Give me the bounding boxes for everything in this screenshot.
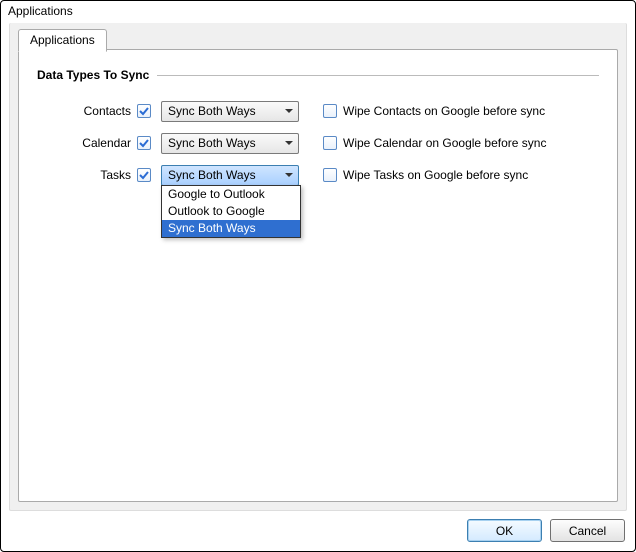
tasks-mode-option[interactable]: Outlook to Google xyxy=(162,203,300,220)
tasks-mode-dropdown: Google to Outlook Outlook to Google Sync… xyxy=(161,185,301,238)
contacts-mode-select[interactable]: Sync Both Ways xyxy=(161,101,299,122)
check-icon xyxy=(139,106,149,116)
tab-applications[interactable]: Applications xyxy=(18,29,107,52)
dropdown-button xyxy=(280,102,298,121)
section-header: Data Types To Sync xyxy=(37,68,599,82)
row-calendar: Calendar Sync Both Ways Wipe Calendar on… xyxy=(37,132,599,154)
tasks-wipe-label: Wipe Tasks on Google before sync xyxy=(343,168,528,182)
calendar-mode-select[interactable]: Sync Both Ways xyxy=(161,133,299,154)
main-area: Applications Data Types To Sync Contacts… xyxy=(9,23,627,511)
check-icon xyxy=(139,170,149,180)
dropdown-button xyxy=(280,166,298,185)
chevron-down-icon xyxy=(285,173,293,177)
check-icon xyxy=(139,138,149,148)
contacts-wipe-checkbox[interactable] xyxy=(323,104,337,118)
contacts-wipe-label: Wipe Contacts on Google before sync xyxy=(343,104,545,118)
calendar-wipe-group: Wipe Calendar on Google before sync xyxy=(323,136,546,150)
section-divider xyxy=(157,75,599,76)
calendar-label: Calendar xyxy=(37,136,137,150)
row-contacts: Contacts Sync Both Ways Wipe Contacts on… xyxy=(37,100,599,122)
calendar-wipe-label: Wipe Calendar on Google before sync xyxy=(343,136,546,150)
contacts-label: Contacts xyxy=(37,104,137,118)
calendar-mode-value: Sync Both Ways xyxy=(162,136,280,150)
tab-page: Data Types To Sync Contacts Sync Both Wa… xyxy=(18,49,618,502)
tasks-mode-select[interactable]: Sync Both Ways xyxy=(161,165,299,186)
dropdown-button xyxy=(280,134,298,153)
tabstrip: Applications xyxy=(18,29,107,52)
calendar-checkbox[interactable] xyxy=(137,136,151,150)
tasks-mode-option[interactable]: Google to Outlook xyxy=(162,186,300,203)
contacts-checkbox[interactable] xyxy=(137,104,151,118)
chevron-down-icon xyxy=(285,109,293,113)
tasks-mode-option-selected[interactable]: Sync Both Ways xyxy=(162,220,300,237)
ok-button[interactable]: OK xyxy=(467,519,542,542)
tab-label: Applications xyxy=(30,33,95,47)
tasks-wipe-checkbox[interactable] xyxy=(323,168,337,182)
cancel-label: Cancel xyxy=(569,524,606,538)
tasks-mode-value: Sync Both Ways xyxy=(162,168,280,182)
tasks-checkbox[interactable] xyxy=(137,168,151,182)
ok-label: OK xyxy=(496,524,513,538)
window-title: Applications xyxy=(1,1,635,22)
row-tasks: Tasks Sync Both Ways Wipe Tasks on Googl… xyxy=(37,164,599,186)
section-title: Data Types To Sync xyxy=(37,68,149,82)
tasks-wipe-group: Wipe Tasks on Google before sync xyxy=(323,168,528,182)
dialog-window: Applications Applications Data Types To … xyxy=(0,0,636,552)
contacts-wipe-group: Wipe Contacts on Google before sync xyxy=(323,104,545,118)
calendar-wipe-checkbox[interactable] xyxy=(323,136,337,150)
dialog-buttons: OK Cancel xyxy=(467,519,625,542)
chevron-down-icon xyxy=(285,141,293,145)
tasks-label: Tasks xyxy=(37,168,137,182)
cancel-button[interactable]: Cancel xyxy=(550,519,625,542)
contacts-mode-value: Sync Both Ways xyxy=(162,104,280,118)
